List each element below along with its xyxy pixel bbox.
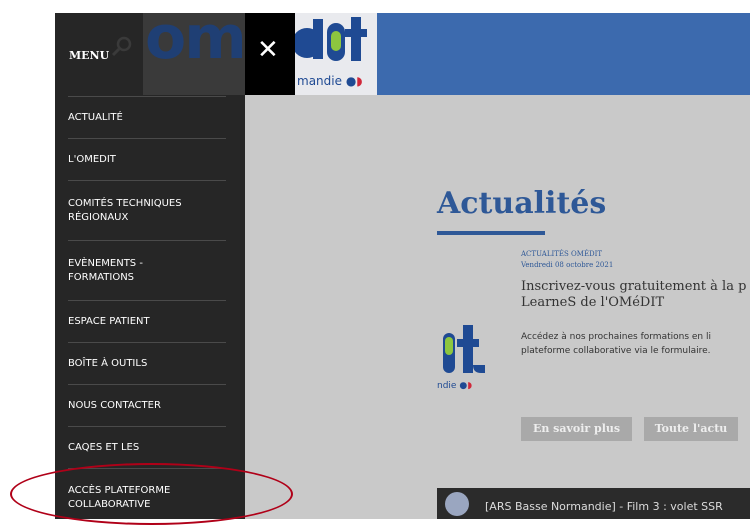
menu-item-evenements[interactable]: EVÈNEMENTS - FORMATIONS: [68, 240, 226, 300]
news-title-line: LearneS de l'OMéDIT: [521, 295, 665, 310]
menu-title: MENU: [69, 49, 110, 62]
news-excerpt-line: plateforme collaborative via le formulai…: [521, 346, 711, 356]
video-title[interactable]: [ARS Basse Normandie] - Film 3 : volet S…: [485, 500, 723, 513]
read-more-button[interactable]: En savoir plus: [521, 417, 632, 441]
news-logo-subtitle: ndie ●◗: [437, 381, 472, 391]
menu-item-contact[interactable]: NOUS CONTACTER: [68, 384, 226, 426]
menu-list: ACTUALITÉ L'OMEDIT COMITÉS TECHNIQUES RÉ…: [68, 96, 226, 519]
menu-item-espace-patient[interactable]: ESPACE PATIENT: [68, 300, 226, 342]
news-excerpt: Accédez à nos prochaines formations en l…: [521, 330, 750, 358]
news-thumbnail[interactable]: ndie ●◗: [437, 325, 497, 395]
news-title-line: Inscrivez-vous gratuitement à la p: [521, 279, 747, 294]
search-icon[interactable]: [111, 35, 133, 57]
menu-item-label: COMITÉS TECHNIQUES RÉGIONAUX: [68, 197, 182, 223]
menu-item-label: EVÈNEMENTS - FORMATIONS: [68, 257, 143, 283]
menu-item-label: L'OMEDIT: [68, 153, 116, 165]
menu-header: om MENU: [55, 13, 245, 96]
menu-item-actualite[interactable]: ACTUALITÉ: [68, 96, 226, 138]
news-date: Vendredi 08 octobre 2021: [521, 261, 614, 269]
page-title: Actualités: [437, 186, 607, 221]
omedit-logo-icon: [443, 325, 485, 373]
menu-item-label: ACTUALITÉ: [68, 111, 123, 123]
menu-item-label: BOÎTE À OUTILS: [68, 357, 148, 369]
menu-item-label: NOUS CONTACTER: [68, 399, 161, 411]
news-title[interactable]: Inscrivez-vous gratuitement à la p Learn…: [521, 279, 750, 311]
menu-header-logo: om: [143, 13, 245, 95]
menu-item-omedit[interactable]: L'OMEDIT: [68, 138, 226, 180]
menu-item-label: ESPACE PATIENT: [68, 315, 150, 327]
news-category[interactable]: ACTUALITÉS OMÉDIT: [521, 250, 602, 258]
annotation-circle: [10, 463, 293, 525]
title-underline: [437, 231, 545, 235]
menu-item-boite-outils[interactable]: BOÎTE À OUTILS: [68, 342, 226, 384]
menu-item-label: CAQES ET LES: [68, 441, 140, 453]
video-embed[interactable]: [ARS Basse Normandie] - Film 3 : volet S…: [437, 488, 750, 519]
all-news-button[interactable]: Toute l'actu: [644, 417, 738, 441]
menu-item-caqes[interactable]: CAQES ET LES: [68, 426, 226, 468]
channel-avatar: [445, 492, 469, 516]
close-menu-button[interactable]: ✕: [245, 13, 295, 95]
logo-subtitle-visible: mandie ●◗: [297, 74, 363, 88]
menu-item-comites[interactable]: COMITÉS TECHNIQUES RÉGIONAUX: [68, 180, 226, 240]
side-menu: om MENU ACTUALITÉ L'OMEDIT COMITÉS TECHN…: [55, 13, 245, 519]
news-excerpt-line: Accédez à nos prochaines formations en l…: [521, 332, 711, 342]
close-icon: ✕: [257, 35, 279, 65]
menu-logo-text: om: [145, 13, 245, 73]
